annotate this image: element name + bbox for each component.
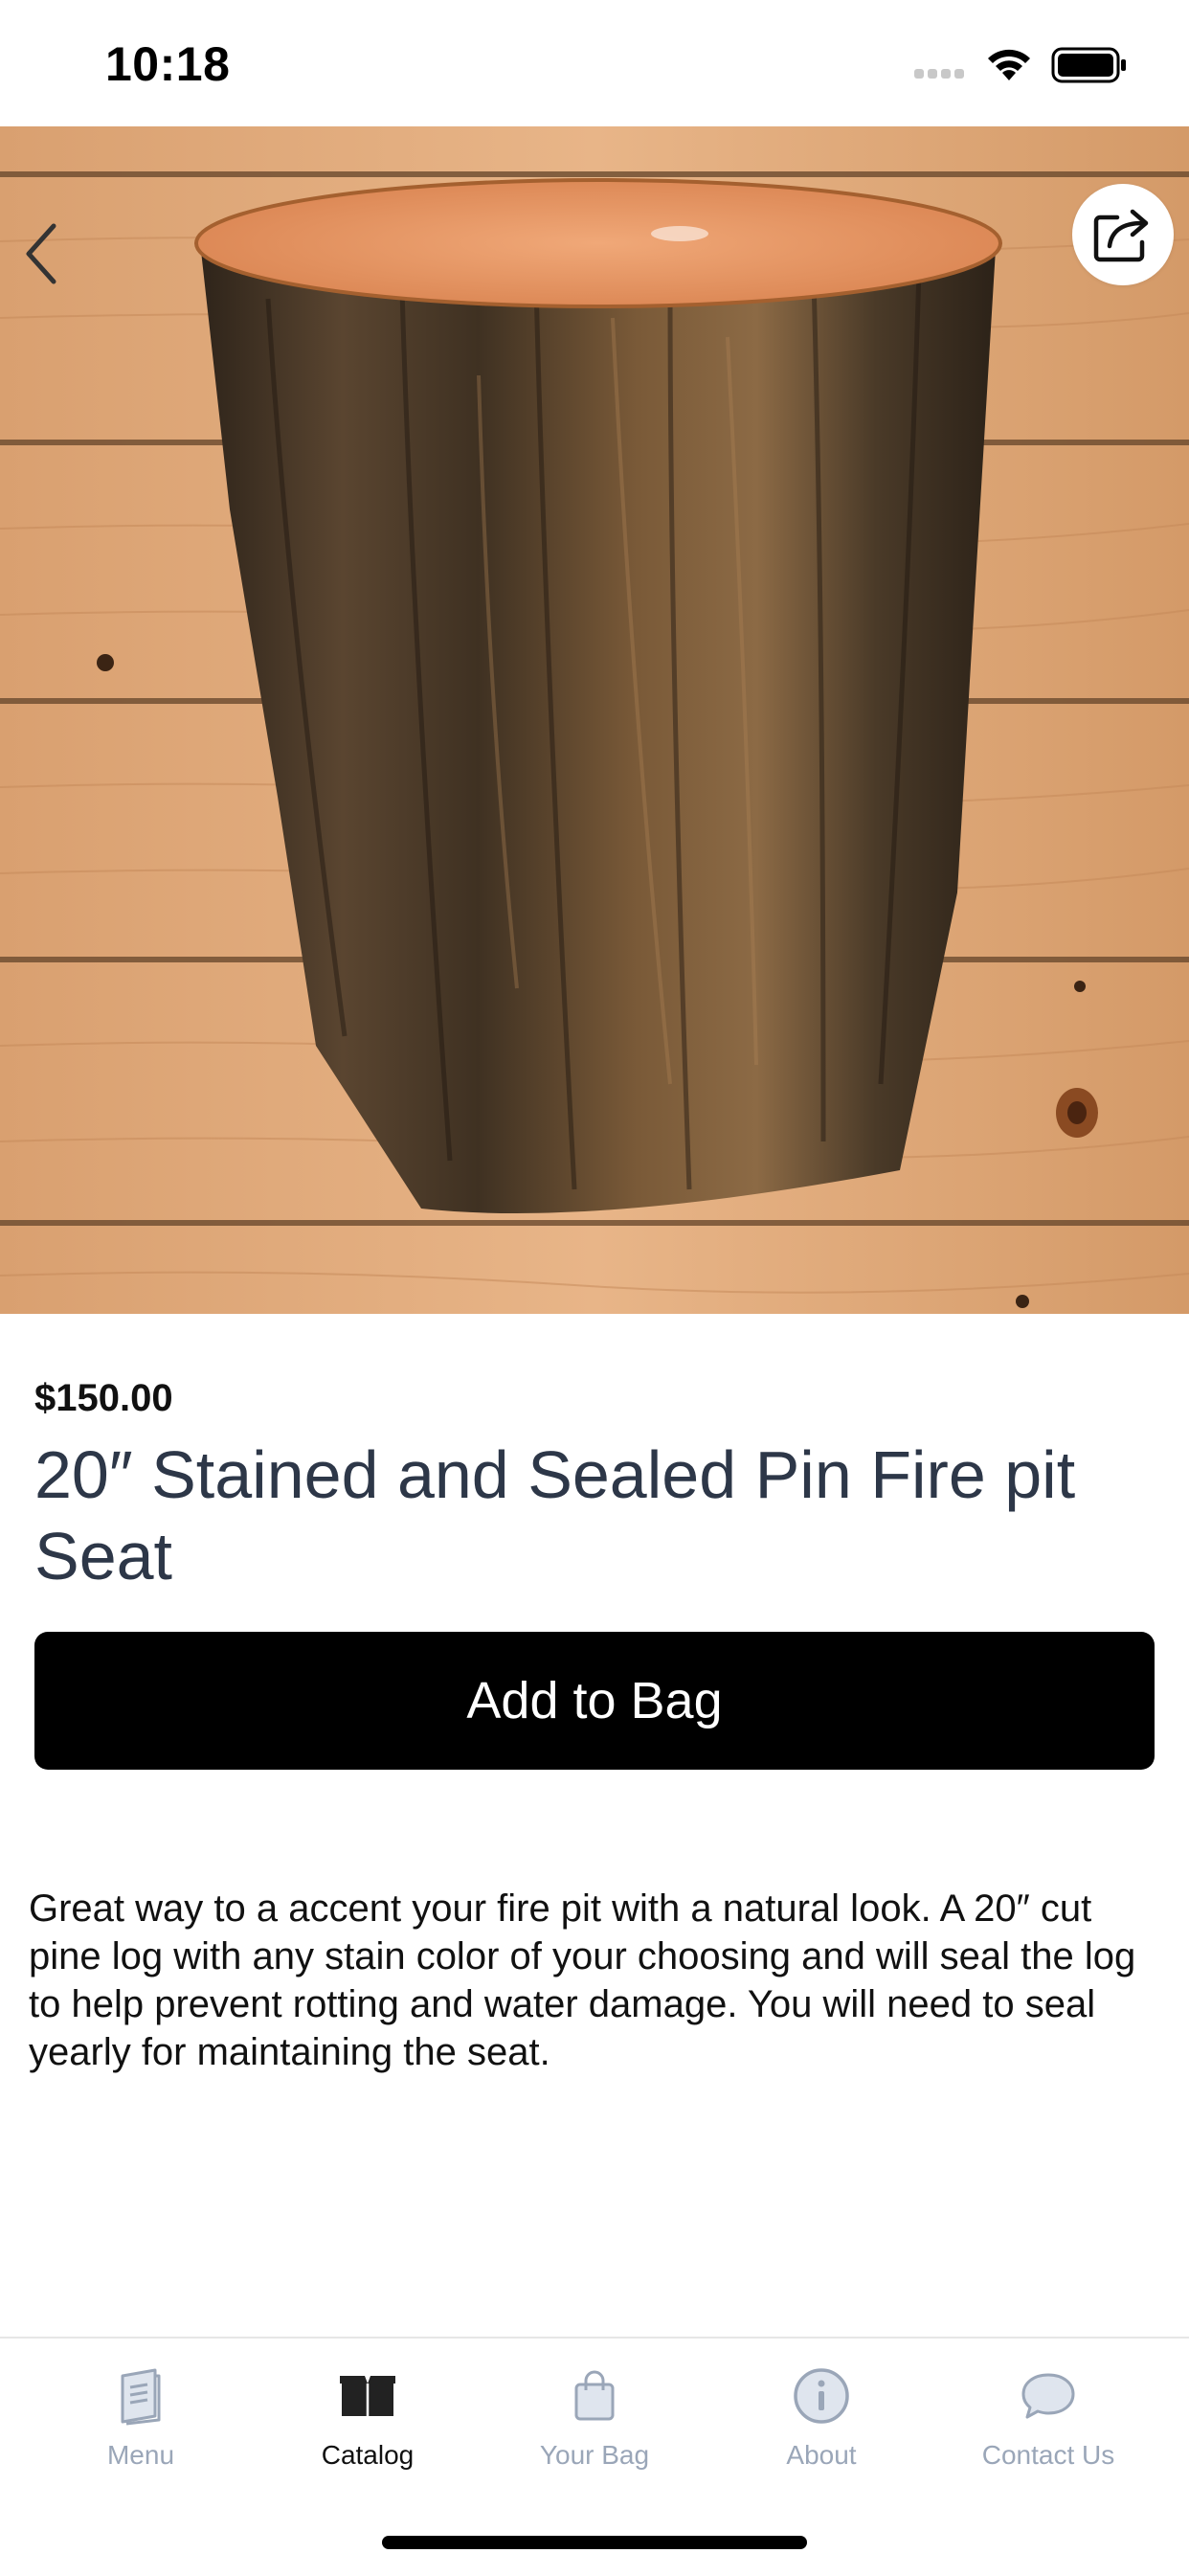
tab-about[interactable]: About bbox=[707, 2361, 936, 2476]
tab-catalog-label: Catalog bbox=[321, 2440, 415, 2470]
battery-icon bbox=[1051, 46, 1128, 89]
back-button[interactable] bbox=[13, 215, 67, 292]
tab-your-bag[interactable]: Your Bag bbox=[480, 2361, 709, 2476]
catalog-box-icon bbox=[340, 2376, 395, 2416]
home-indicator bbox=[382, 2536, 807, 2549]
shopping-bag-icon bbox=[574, 2370, 615, 2421]
product-image bbox=[0, 126, 1189, 1314]
chat-bubble-icon bbox=[1021, 2373, 1075, 2419]
share-button[interactable] bbox=[1072, 184, 1174, 285]
wifi-icon bbox=[984, 46, 1034, 87]
tab-menu[interactable]: Menu bbox=[26, 2361, 256, 2476]
tab-catalog[interactable]: Catalog bbox=[253, 2361, 482, 2476]
product-description: Great way to a accent your fire pit with… bbox=[29, 1887, 1136, 2073]
menu-book-icon bbox=[121, 2368, 161, 2426]
product-price: $150.00 bbox=[34, 1377, 173, 1419]
chevron-left-icon bbox=[26, 223, 56, 284]
tab-contact-us[interactable]: Contact Us bbox=[933, 2361, 1163, 2476]
tab-menu-label: Menu bbox=[106, 2440, 175, 2470]
status-time: 10:18 bbox=[105, 37, 231, 91]
tab-bar: Menu Catalog Your Bag About Contact Us bbox=[0, 2337, 1189, 2576]
info-icon bbox=[794, 2368, 849, 2424]
tab-about-label: About bbox=[786, 2440, 857, 2470]
cellular-signal-icon bbox=[914, 69, 964, 79]
tab-contact-us-label: Contact Us bbox=[981, 2440, 1115, 2470]
add-to-bag-button[interactable]: Add to Bag bbox=[34, 1632, 1155, 1770]
tab-your-bag-label: Your Bag bbox=[539, 2440, 650, 2470]
share-icon bbox=[1093, 209, 1149, 262]
status-bar: 10:18 bbox=[0, 0, 1189, 126]
product-title: 20″ Stained and Sealed Pin Fire pit Seat bbox=[34, 1437, 1076, 1593]
